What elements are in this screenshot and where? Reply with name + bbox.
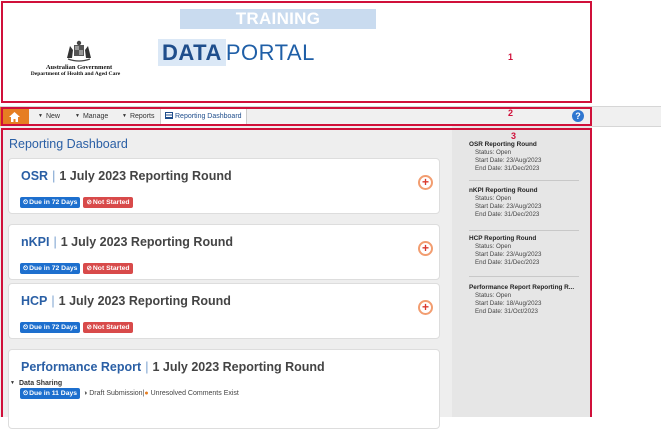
annotation-number-3: 3: [511, 131, 517, 141]
annotation-box-2: [1, 107, 592, 126]
annotation-box-3: [1, 128, 592, 417]
annotation-box-1: [1, 1, 592, 103]
annotation-number-1: 1: [508, 52, 514, 62]
annotation-number-2: 2: [508, 108, 514, 118]
